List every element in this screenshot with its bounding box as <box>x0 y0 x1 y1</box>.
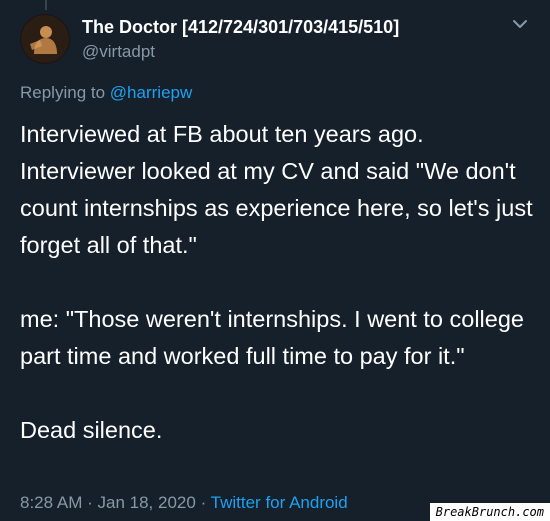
avatar-image <box>20 14 70 64</box>
author-display-name[interactable]: The Doctor [412/724/301/703/415/510] <box>82 17 399 38</box>
chevron-down-icon[interactable] <box>510 18 530 32</box>
tweet-paragraph: Interviewed at FB about ten years ago. I… <box>20 121 533 258</box>
tweet-meta: 8:28 AM · Jan 18, 2020 · Twitter for And… <box>20 493 348 513</box>
author-handle[interactable]: @virtadpt <box>82 42 155 62</box>
reply-to-handle-link[interactable]: @harriepw <box>110 83 192 102</box>
watermark: BreakBrunch.com <box>429 503 550 521</box>
meta-separator: · <box>87 493 93 512</box>
tweet-time[interactable]: 8:28 AM <box>20 493 82 512</box>
replying-prefix: Replying to <box>20 83 106 102</box>
thread-line <box>45 0 47 10</box>
avatar[interactable] <box>20 14 70 64</box>
tweet-paragraph: me: "Those weren't internships. I went t… <box>20 306 524 369</box>
tweet-source-link[interactable]: Twitter for Android <box>211 493 348 512</box>
tweet-date[interactable]: Jan 18, 2020 <box>98 493 196 512</box>
tweet-paragraph: Dead silence. <box>20 417 163 443</box>
meta-separator: · <box>200 493 207 512</box>
replying-to: Replying to @harriepw <box>20 83 192 103</box>
tweet-text: Interviewed at FB about ten years ago. I… <box>20 116 540 449</box>
